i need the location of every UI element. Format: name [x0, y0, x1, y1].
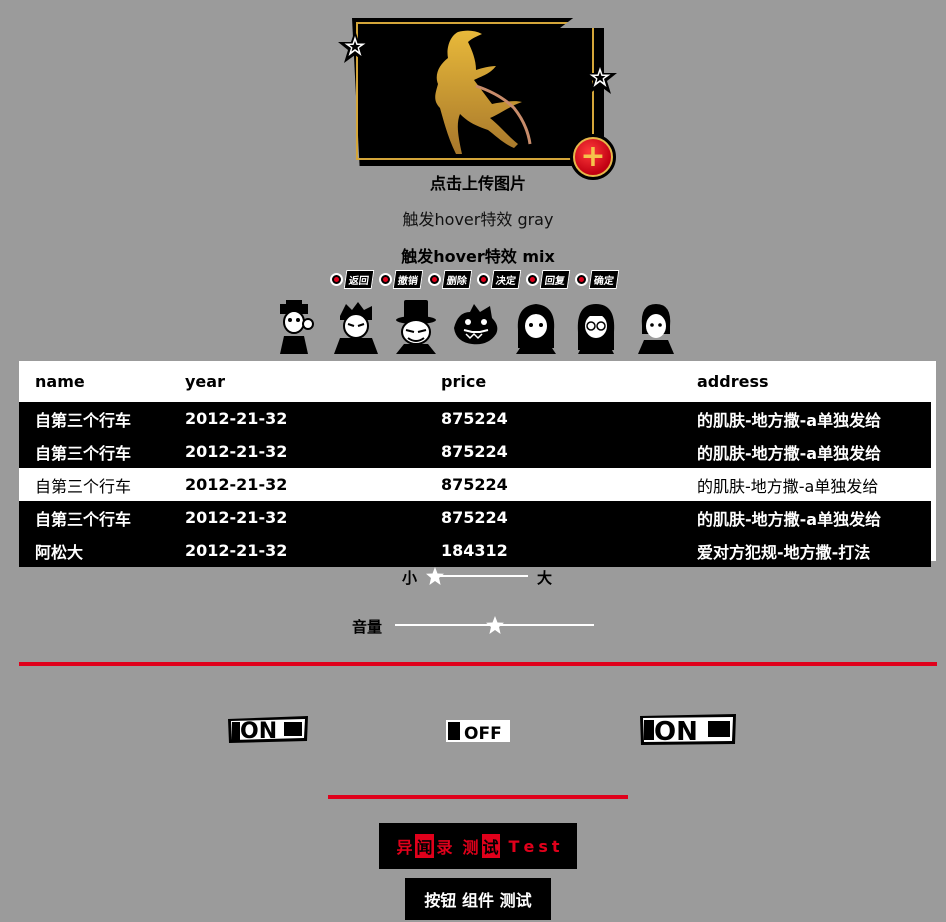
- column-header[interactable]: name: [19, 361, 169, 402]
- volume-label: 音量: [352, 618, 383, 636]
- cell-price: 875224: [425, 402, 681, 435]
- cell-address: 的肌肤-地方撒-a单独发给: [681, 501, 931, 534]
- toggle-label: ON: [240, 719, 277, 744]
- table-row[interactable]: 自第三个行车 2012-21-32 875224 的肌肤-地方撒-a单独发给: [19, 402, 931, 435]
- chip-label: 删除: [441, 269, 473, 289]
- chip-label: 返回: [343, 269, 375, 289]
- phantom-thief-figure-icon: [435, 30, 532, 154]
- column-header[interactable]: price: [425, 361, 681, 402]
- size-slider-track[interactable]: [430, 575, 528, 577]
- avatar-5[interactable]: [510, 298, 562, 354]
- red-divider: [19, 662, 937, 666]
- cell-year: 2012-21-32: [169, 468, 425, 501]
- avatar-3[interactable]: [390, 298, 442, 354]
- chip-bullet-icon: [330, 272, 343, 286]
- star-icon: [338, 30, 372, 63]
- chip-bullet-icon: [428, 272, 441, 286]
- button-char: 闻: [415, 834, 434, 858]
- hover-gray-text[interactable]: 触发hover特效 gray: [0, 206, 946, 230]
- cell-address: 爱对方犯规-地方撒-打法: [681, 534, 931, 567]
- menu-chip[interactable]: 删除: [428, 268, 473, 290]
- button-char: e: [523, 836, 535, 856]
- cell-name: 阿松大: [19, 534, 169, 567]
- button-char: t: [551, 836, 560, 856]
- column-header[interactable]: address: [681, 361, 931, 402]
- hover-mix-text[interactable]: 触发hover特效 mix: [0, 243, 946, 267]
- red-divider-short: [328, 795, 628, 799]
- chip-label: 撤销: [392, 269, 424, 289]
- size-slider-thumb-star-icon[interactable]: [425, 567, 444, 585]
- avatar-1[interactable]: [270, 298, 322, 354]
- table-row[interactable]: 自第三个行车 2012-21-32 875224 的肌肤-地方撒-a单独发给: [19, 501, 931, 534]
- button-char: 试: [481, 834, 500, 858]
- cell-address: 的肌肤-地方撒-a单独发给: [681, 435, 931, 468]
- cell-year: 2012-21-32: [169, 435, 425, 468]
- table-row[interactable]: 自第三个行车 2012-21-32 875224 的肌肤-地方撒-a单独发给: [19, 435, 931, 468]
- menu-chip-row: 返回 撤销 删除 决定 回复 确定: [330, 268, 630, 290]
- table-header-row: name year price address: [19, 361, 931, 402]
- phantom-style-button[interactable]: 异 闻 录 测 试 T e s t: [379, 823, 577, 869]
- toggle-switch-on[interactable]: ON: [640, 714, 736, 746]
- chip-label: 决定: [490, 269, 522, 289]
- cell-name: 自第三个行车: [19, 402, 169, 435]
- upload-label[interactable]: 点击上传图片: [0, 170, 946, 194]
- menu-chip[interactable]: 撤销: [379, 268, 424, 290]
- menu-chip[interactable]: 确定: [575, 268, 620, 290]
- toggle-label: OFF: [464, 724, 502, 742]
- chip-bullet-icon: [477, 272, 490, 286]
- toggle-label: ON: [654, 717, 698, 746]
- button-char: 录: [436, 838, 453, 857]
- chip-label: 回复: [539, 269, 571, 289]
- size-slider-max-label: 大: [537, 569, 553, 587]
- avatar-7[interactable]: [630, 298, 682, 354]
- menu-chip[interactable]: 返回: [330, 268, 375, 290]
- cell-price: 184312: [425, 534, 681, 567]
- avatar-2[interactable]: [330, 298, 382, 354]
- cell-price: 875224: [425, 435, 681, 468]
- cell-year: 2012-21-32: [169, 501, 425, 534]
- cell-address: 的肌肤-地方撒-a单独发给: [681, 402, 931, 435]
- avatar-4[interactable]: [450, 298, 502, 354]
- menu-chip[interactable]: 回复: [526, 268, 571, 290]
- table-edge: [931, 361, 936, 561]
- button-char: T: [508, 836, 520, 856]
- table-row[interactable]: 阿松大 2012-21-32 184312 爱对方犯规-地方撒-打法: [19, 534, 931, 567]
- cell-name: 自第三个行车: [19, 501, 169, 534]
- menu-chip[interactable]: 决定: [477, 268, 522, 290]
- toggle-switch-on[interactable]: ON: [228, 716, 308, 744]
- cell-name: 自第三个行车: [19, 468, 169, 501]
- column-header[interactable]: year: [169, 361, 425, 402]
- avatar-6[interactable]: [570, 298, 622, 354]
- button-char: s: [538, 836, 548, 856]
- cell-price: 875224: [425, 501, 681, 534]
- data-table: name year price address 自第三个行车 2012-21-3…: [19, 361, 931, 567]
- avatar-row: [270, 298, 690, 356]
- component-test-button[interactable]: 按钮 组件 测试: [405, 878, 551, 920]
- toggle-switch-off[interactable]: OFF: [446, 720, 510, 742]
- button-char: 测: [462, 838, 479, 857]
- cell-name: 自第三个行车: [19, 435, 169, 468]
- cell-address: 的肌肤-地方撒-a单独发给: [681, 468, 931, 501]
- chip-bullet-icon: [379, 272, 392, 286]
- chip-bullet-icon: [575, 272, 588, 286]
- table-row[interactable]: 自第三个行车 2012-21-32 875224 的肌肤-地方撒-a单独发给: [19, 468, 931, 501]
- cell-price: 875224: [425, 468, 681, 501]
- star-icon: [583, 61, 617, 94]
- cell-year: 2012-21-32: [169, 534, 425, 567]
- chip-label: 确定: [588, 269, 620, 289]
- size-slider-min-label: 小: [402, 569, 418, 587]
- volume-slider-thumb-star-icon[interactable]: [485, 616, 504, 634]
- chip-bullet-icon: [526, 272, 539, 286]
- button-char: 异: [396, 838, 413, 857]
- cell-year: 2012-21-32: [169, 402, 425, 435]
